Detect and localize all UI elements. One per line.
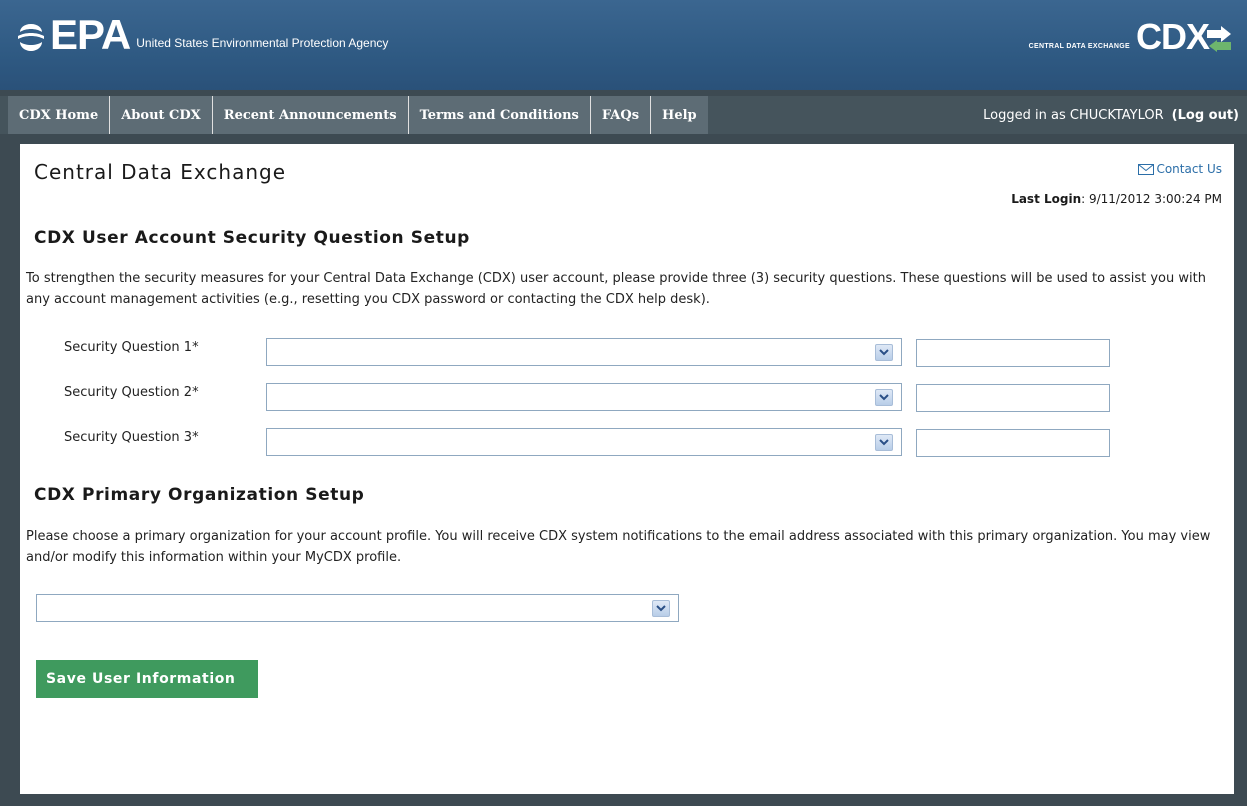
security-question-1-label: Security Question 1* [64, 340, 199, 355]
main-panel: Central Data Exchange Contact Us Last Lo… [20, 144, 1234, 794]
chevron-down-icon[interactable] [875, 389, 893, 406]
logout-link[interactable]: (Log out) [1172, 108, 1239, 123]
nav-item-terms-and-conditions[interactable]: Terms and Conditions [408, 96, 591, 134]
security-question-3-select[interactable] [266, 428, 902, 456]
page-title: Central Data Exchange [34, 160, 287, 184]
cdx-arrow-icon [1207, 26, 1231, 52]
organization-section-title: CDX Primary Organization Setup [34, 485, 365, 505]
nav-item-recent-announcements[interactable]: Recent Announcements [212, 96, 409, 134]
epa-logo-text: EPA [50, 11, 131, 58]
epa-logo[interactable]: EPA United States Environmental Protecti… [14, 11, 389, 58]
chevron-down-icon[interactable] [652, 600, 670, 617]
nav-item-faqs[interactable]: FAQs [590, 96, 652, 134]
logged-in-status: Logged in as CHUCKTAYLOR (Log out) [983, 96, 1239, 134]
save-user-information-button[interactable]: Save User Information [36, 660, 258, 698]
security-question-2-label: Security Question 2* [64, 385, 199, 400]
mail-icon [1138, 163, 1155, 175]
cdx-logo-text: CDX [1135, 16, 1210, 57]
logged-in-text: Logged in as CHUCKTAYLOR [983, 107, 1164, 123]
main-nav: CDX Home About CDX Recent Announcements … [8, 96, 708, 134]
security-question-3-label: Security Question 3* [64, 430, 199, 445]
security-answer-2-input[interactable] [916, 384, 1110, 412]
chevron-down-icon[interactable] [875, 344, 893, 361]
security-answer-3-input[interactable] [916, 429, 1110, 457]
epa-flower-icon [18, 24, 44, 51]
contact-us-link[interactable]: Contact Us [1138, 162, 1222, 176]
security-description: To strengthen the security measures for … [26, 271, 1206, 307]
primary-organization-select[interactable] [36, 594, 679, 622]
nav-item-cdx-home[interactable]: CDX Home [8, 96, 111, 134]
security-answer-1-input[interactable] [916, 339, 1110, 367]
page-header: EPA United States Environmental Protecti… [0, 0, 1247, 90]
chevron-down-icon[interactable] [875, 434, 893, 451]
nav-item-about-cdx[interactable]: About CDX [110, 96, 213, 134]
cdx-logo: CENTRAL DATA EXCHANGE CDX [1028, 16, 1233, 57]
agency-name: United States Environmental Protection A… [136, 36, 389, 50]
last-login-label: Last Login [1011, 192, 1082, 206]
contact-us-label: Contact Us [1156, 162, 1222, 176]
security-question-2-select[interactable] [266, 383, 902, 411]
nav-item-help[interactable]: Help [651, 96, 708, 134]
last-login: Last Login: 9/11/2012 3:00:24 PM [1011, 192, 1222, 206]
last-login-value: : 9/11/2012 3:00:24 PM [1081, 192, 1222, 206]
organization-description: Please choose a primary organization for… [26, 529, 1211, 565]
security-section-title: CDX User Account Security Question Setup [34, 228, 470, 248]
security-question-1-select[interactable] [266, 338, 902, 366]
cdx-logo-subtext: CENTRAL DATA EXCHANGE [1028, 43, 1130, 50]
